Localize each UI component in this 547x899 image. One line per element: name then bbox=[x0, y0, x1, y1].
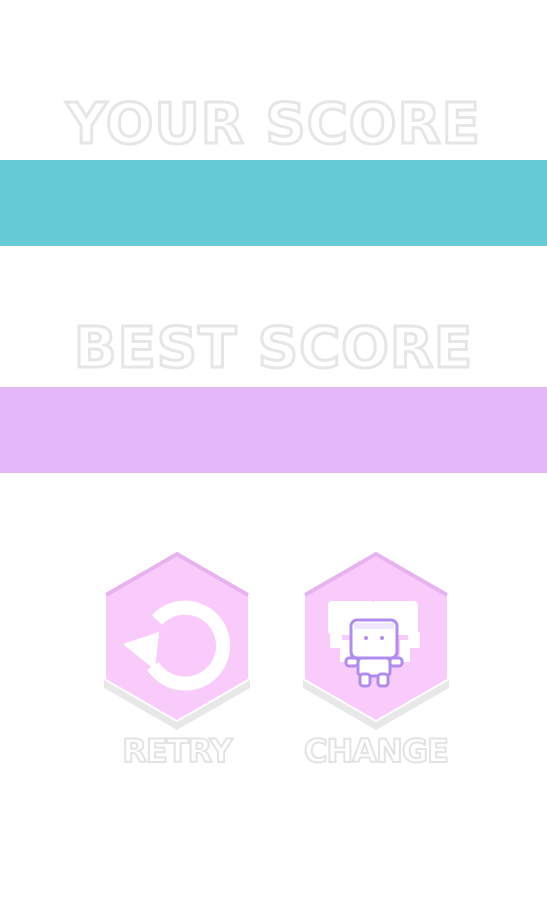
best-score-band bbox=[0, 387, 547, 473]
change-button[interactable] bbox=[296, 548, 456, 734]
your-score-band bbox=[0, 160, 547, 246]
your-score-title: YOUR SCORE bbox=[65, 91, 482, 159]
retry-label[interactable]: RETRY bbox=[77, 731, 277, 771]
best-score-value bbox=[0, 387, 547, 473]
change-hexagon bbox=[303, 551, 449, 730]
change-label[interactable]: CHANGE bbox=[276, 731, 476, 771]
best-score-title: BEST SCORE bbox=[72, 315, 474, 383]
retry-hexagon bbox=[104, 551, 250, 730]
retry-button[interactable] bbox=[97, 548, 257, 734]
your-score-value bbox=[0, 160, 547, 246]
